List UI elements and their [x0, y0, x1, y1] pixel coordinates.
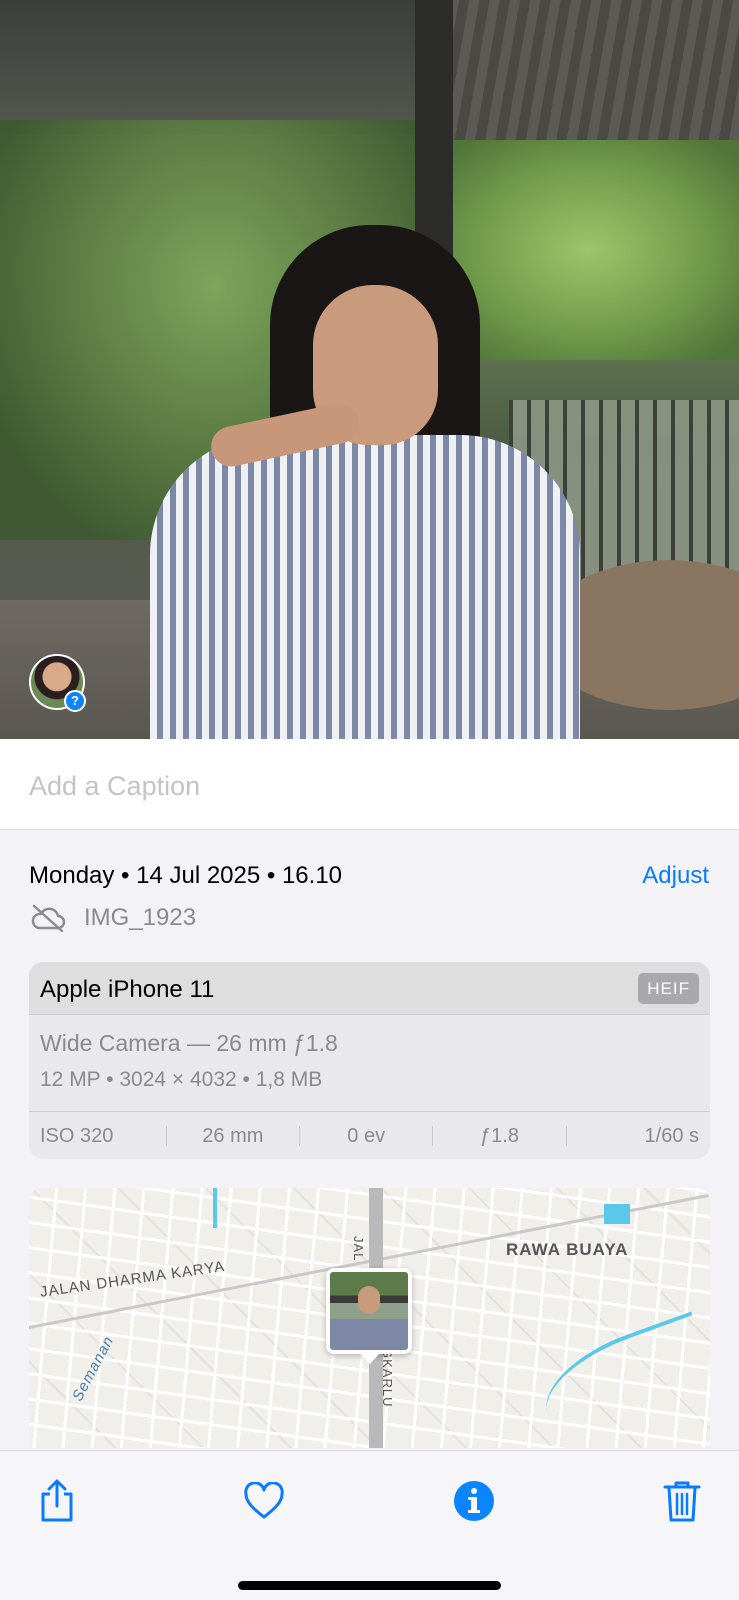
pin-thumbnail: [330, 1272, 408, 1350]
map-label-gkarlu: GKARLU: [380, 1348, 395, 1408]
lens-info: Wide Camera — 26 mm ƒ1.8: [40, 1030, 338, 1056]
photo-bg-roof-right: [449, 0, 739, 150]
exif-row: ISO 320 26 mm 0 ev ƒ1.8 1/60 s: [29, 1111, 710, 1159]
location-map[interactable]: RAWA BUAYA JALAN DHARMA KARYA Semanan JA…: [29, 1188, 710, 1448]
format-badge: HEIF: [638, 973, 699, 1004]
map-pond: [604, 1204, 630, 1224]
info-button[interactable]: [450, 1477, 498, 1525]
photo-view[interactable]: [0, 0, 739, 739]
favorite-button[interactable]: [240, 1477, 288, 1525]
map-label-semanan: Semanan: [69, 1333, 118, 1404]
image-specs: 12 MP • 3024 × 4032 • 1,8 MB: [40, 1068, 323, 1091]
photo-subject: [150, 225, 580, 739]
caption-placeholder: Add a Caption: [29, 771, 201, 801]
exif-aperture: ƒ1.8: [432, 1125, 565, 1146]
cloud-slash-icon: [31, 904, 66, 933]
delete-button[interactable]: [658, 1477, 706, 1525]
bottom-toolbar: [0, 1450, 739, 1600]
caption-field[interactable]: Add a Caption: [0, 739, 739, 830]
adjust-button[interactable]: Adjust: [642, 862, 709, 890]
trash-icon: [663, 1481, 701, 1522]
home-indicator[interactable]: [238, 1581, 501, 1590]
map-label-jal: JAL: [351, 1236, 366, 1262]
exif-exposure-value: 0 ev: [299, 1125, 432, 1146]
exif-focal-length: 26 mm: [165, 1125, 299, 1146]
share-button[interactable]: [33, 1477, 81, 1525]
photo-location-pin[interactable]: [326, 1268, 412, 1364]
camera-info-card: Apple iPhone 11 HEIF Wide Camera — 26 mm…: [29, 962, 710, 1159]
info-icon: [454, 1481, 494, 1521]
file-name: IMG_1923: [84, 904, 197, 931]
photo-detail-screen: ? Add a Caption Monday • 14 Jul 2025 • 1…: [0, 0, 739, 1600]
unknown-person-badge-icon[interactable]: ?: [64, 690, 86, 712]
pin-tail: [361, 1354, 379, 1364]
heart-icon: [244, 1482, 284, 1519]
subject-shirt: [150, 435, 580, 739]
map-river: [531, 1311, 710, 1445]
map-label-rawa-buaya: RAWA BUAYA: [506, 1240, 629, 1259]
exif-shutter-speed: 1/60 s: [565, 1125, 710, 1146]
photo-date-time: Monday • 14 Jul 2025 • 16.10: [29, 862, 343, 889]
device-name: Apple iPhone 11: [40, 976, 215, 1003]
exif-iso: ISO 320: [40, 1124, 114, 1147]
map-canal: [213, 1188, 217, 1228]
share-icon: [41, 1479, 73, 1522]
camera-info-header: Apple iPhone 11 HEIF: [29, 962, 710, 1015]
